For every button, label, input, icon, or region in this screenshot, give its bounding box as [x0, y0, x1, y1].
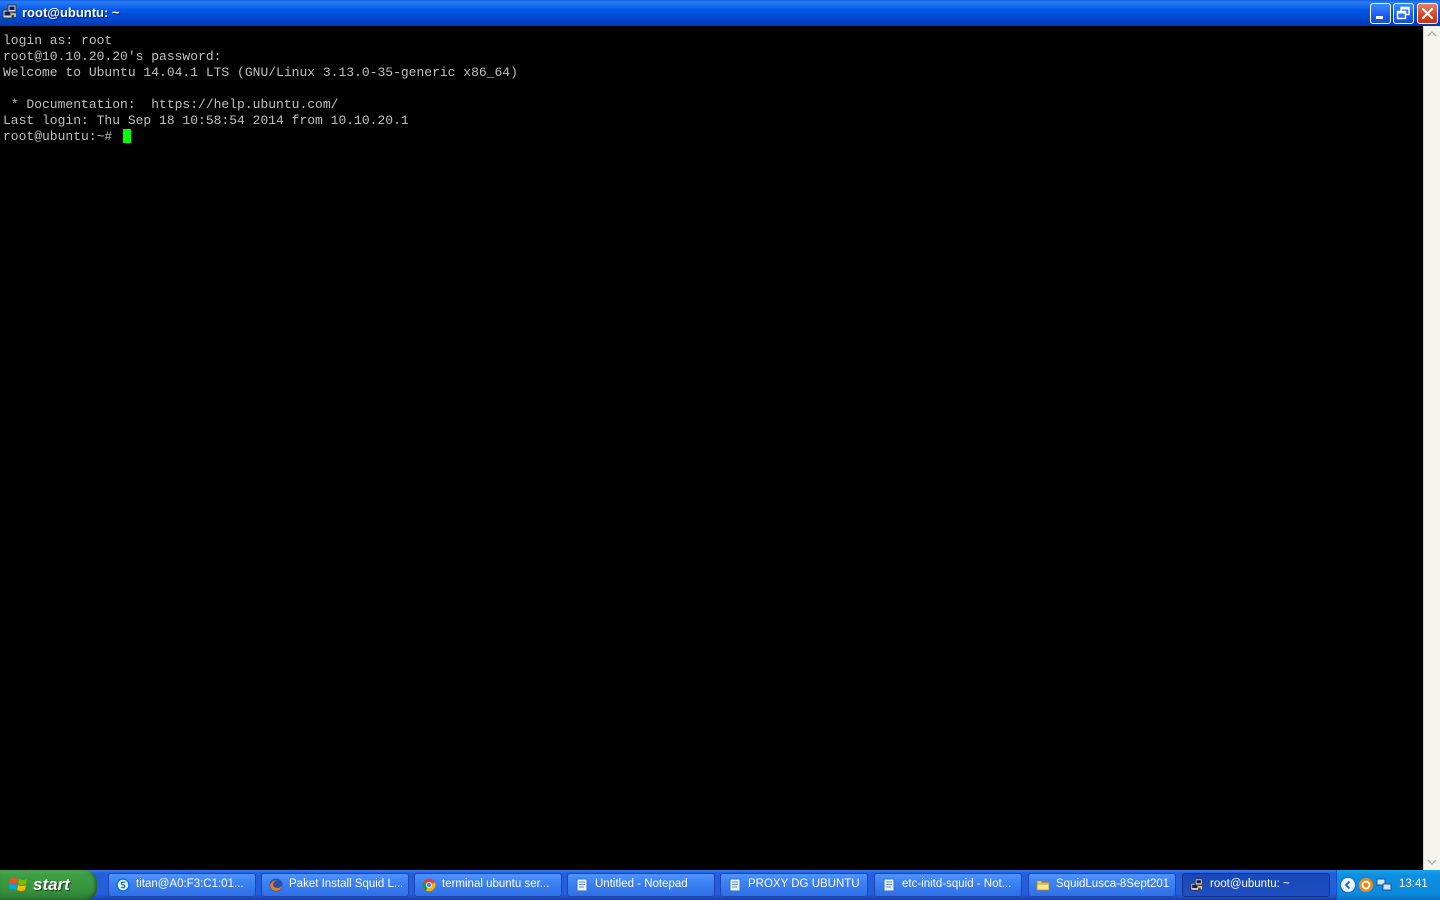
system-tray: 13:41 [1336, 870, 1440, 900]
terminal-line: login as: root [3, 33, 113, 48]
terminal-line: * Documentation: https://help.ubuntu.com… [3, 97, 339, 112]
minimize-button[interactable] [1370, 3, 1391, 24]
taskbar-item-label: titan@A0:F3:C1:01... [136, 878, 244, 890]
scroll-up-arrow-icon[interactable] [1424, 26, 1440, 43]
window-titlebar[interactable]: root@ubuntu: ~ [0, 0, 1440, 26]
notepad-icon [576, 878, 588, 892]
restore-icon [1396, 6, 1410, 20]
taskbar-item[interactable]: PROXY DG UBUNTU ... [720, 873, 868, 897]
network-icon[interactable] [1376, 877, 1392, 893]
show-hidden-icons-button[interactable] [1340, 877, 1356, 893]
taskbar-item-label: terminal ubuntu ser... [442, 878, 550, 890]
windows-logo-icon [9, 878, 27, 891]
terminal-cursor [123, 129, 131, 143]
terminal-line: Welcome to Ubuntu 14.04.1 LTS (GNU/Linux… [3, 65, 518, 80]
close-icon [1421, 7, 1434, 20]
taskbar-item-label: SquidLusca-8Sept2014 [1056, 878, 1169, 890]
notepad-icon [729, 878, 741, 892]
terminal-line: Last login: Thu Sep 18 10:58:54 2014 fro… [3, 113, 409, 128]
taskbar-clock: 13:41 [1399, 878, 1428, 890]
taskbar-item-label: Paket Install Squid L... [289, 878, 402, 890]
start-button[interactable]: start [0, 870, 97, 900]
window-title: root@ubuntu: ~ [22, 5, 120, 20]
taskbar-item[interactable]: Untitled - Notepad [567, 873, 715, 897]
taskbar-item-label: etc-initd-squid - Not... [902, 878, 1012, 890]
taskbar: start titan@A0:F3:C1:01... Paket Install… [0, 870, 1440, 900]
taskbar-item-active[interactable]: root@ubuntu: ~ [1182, 873, 1330, 897]
taskbar-item[interactable]: titan@A0:F3:C1:01... [108, 873, 256, 897]
restore-button[interactable] [1393, 3, 1414, 24]
minimize-icon [1376, 16, 1383, 19]
skype-icon [116, 878, 130, 892]
terminal-line: root@10.10.20.20's password: [3, 49, 222, 64]
terminal-prompt: root@ubuntu:~# [3, 129, 121, 144]
folder-icon [1036, 880, 1050, 891]
terminal-scrollbar[interactable] [1423, 26, 1440, 870]
taskbar-item-label: PROXY DG UBUNTU ... [748, 878, 861, 890]
taskbar-item-label: Untitled - Notepad [595, 878, 688, 890]
taskbar-item[interactable]: etc-initd-squid - Not... [874, 873, 1022, 897]
putty-icon [1190, 878, 1203, 891]
firefox-icon [269, 878, 283, 892]
putty-icon [2, 4, 17, 19]
scroll-down-arrow-icon[interactable] [1424, 853, 1440, 870]
terminal-screen[interactable]: login as: root root@10.10.20.20's passwo… [0, 26, 1423, 870]
taskbar-item[interactable]: SquidLusca-8Sept2014 [1028, 873, 1176, 897]
close-button[interactable] [1417, 3, 1438, 24]
start-label: start [33, 875, 70, 894]
taskbar-item-label: root@ubuntu: ~ [1210, 878, 1290, 890]
notepad-icon [883, 878, 895, 892]
avast-icon[interactable] [1358, 877, 1374, 893]
taskbar-item[interactable]: Paket Install Squid L... [261, 873, 409, 897]
chrome-icon [422, 878, 436, 892]
taskbar-item[interactable]: terminal ubuntu ser... [414, 873, 562, 897]
